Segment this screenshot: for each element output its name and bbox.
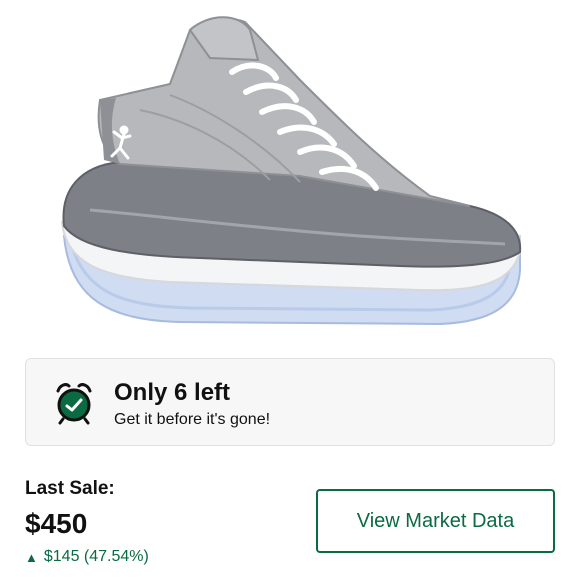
view-market-data-button[interactable]: View Market Data bbox=[316, 489, 555, 553]
price-change: ▲ $145 (47.54%) bbox=[25, 548, 149, 566]
low-stock-banner: Only 6 left Get it before it's gone! bbox=[25, 358, 555, 446]
price-change-value: $145 (47.54%) bbox=[43, 548, 149, 565]
product-image[interactable] bbox=[0, 0, 580, 345]
last-sale-label: Last Sale: bbox=[25, 478, 115, 499]
stock-subtitle: Get it before it's gone! bbox=[114, 411, 271, 428]
stock-title: Only 6 left bbox=[114, 379, 231, 406]
up-arrow-icon: ▲ bbox=[25, 549, 38, 565]
last-sale-price: $450 bbox=[25, 508, 88, 539]
alarm-clock-icon bbox=[54, 381, 94, 425]
sneaker-illustration bbox=[60, 16, 522, 326]
